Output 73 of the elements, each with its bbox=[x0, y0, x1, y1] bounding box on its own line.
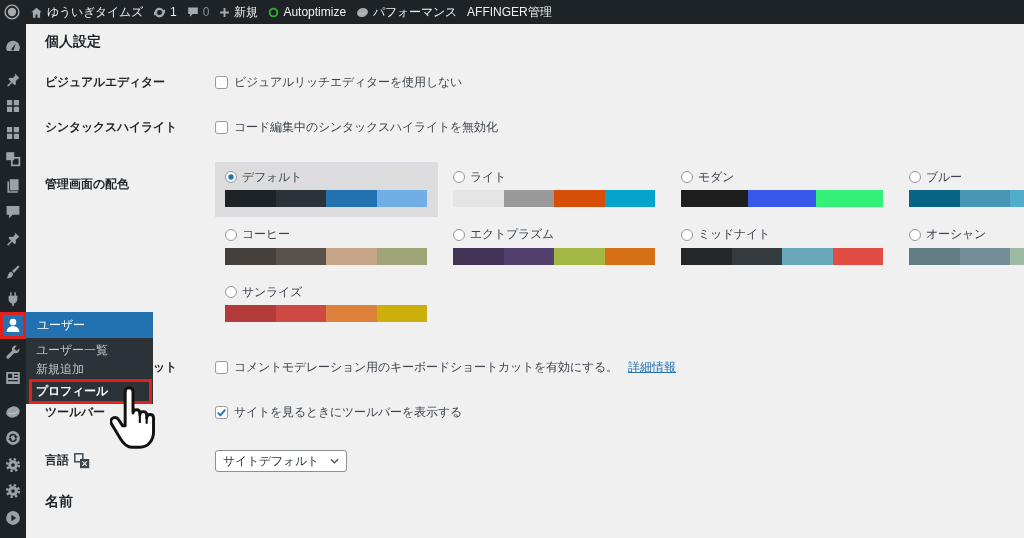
scheme-name: デフォルト bbox=[242, 169, 302, 185]
submenu-link[interactable]: ユーザー一覧 bbox=[29, 341, 152, 360]
status-ring-icon bbox=[268, 6, 280, 18]
language-select[interactable]: サイトデフォルト bbox=[215, 450, 347, 472]
comment-icon[interactable] bbox=[5, 204, 21, 221]
checkbox[interactable] bbox=[215, 406, 228, 419]
updates-link[interactable]: 1 bbox=[148, 0, 182, 24]
grid-icon[interactable] bbox=[5, 124, 21, 141]
performance-menu-link[interactable]: パフォーマンス bbox=[351, 0, 463, 24]
user-icon[interactable] bbox=[0, 312, 26, 339]
radio-button[interactable] bbox=[681, 228, 693, 241]
radio-button[interactable] bbox=[909, 171, 921, 183]
scheme-name: モダン bbox=[698, 169, 734, 185]
checkbox-label: ビジュアルリッチエディターを使用しない bbox=[234, 75, 462, 90]
radio-button[interactable] bbox=[909, 228, 921, 241]
radio-button[interactable] bbox=[225, 171, 237, 183]
status-menu-link[interactable]: Autoptimize bbox=[263, 0, 352, 24]
checkbox[interactable] bbox=[215, 121, 228, 134]
submenu-link[interactable]: 新規追加 bbox=[29, 360, 152, 379]
logo-icon bbox=[4, 4, 20, 20]
card-icon[interactable] bbox=[5, 370, 21, 387]
scheme-name: エクトプラズム bbox=[470, 227, 554, 242]
details-link[interactable]: 詳細情報 bbox=[628, 360, 676, 375]
setting-label: 管理画面の配色 bbox=[45, 178, 129, 192]
radio-button[interactable] bbox=[453, 228, 465, 241]
radio-button[interactable] bbox=[225, 286, 237, 298]
checkbox-label: コード編集中のシンタックスハイライトを無効化 bbox=[234, 120, 498, 135]
setting-label: 言語 bbox=[45, 454, 69, 468]
scheme-name: サンライズ bbox=[242, 284, 302, 300]
submenu-link[interactable]: プロフィール bbox=[29, 379, 152, 404]
setting-label: ビジュアルエディター bbox=[45, 75, 165, 90]
play-icon[interactable] bbox=[5, 509, 21, 526]
setting-label: シンタックスハイライト bbox=[45, 120, 177, 135]
pin-icon[interactable] bbox=[5, 71, 21, 88]
brush-icon[interactable] bbox=[5, 264, 21, 281]
setting-label: ツールバー bbox=[45, 405, 105, 420]
gear-icon[interactable] bbox=[5, 483, 21, 500]
checkbox[interactable] bbox=[215, 76, 228, 89]
comment-icon bbox=[186, 6, 199, 18]
scheme-name: ミッドナイト bbox=[698, 227, 770, 242]
home-icon bbox=[30, 5, 43, 19]
scheme-name: オーシャン bbox=[926, 227, 986, 242]
checkbox-label: サイトを見るときにツールバーを表示する bbox=[234, 405, 462, 420]
documents-icon[interactable] bbox=[5, 177, 21, 194]
disk-icon bbox=[356, 5, 370, 19]
chevron-down-icon bbox=[330, 458, 339, 464]
checkbox-label: コメントモデレーション用のキーボードショートカットを有効にする。 bbox=[234, 360, 618, 375]
users-menu-link[interactable]: ユーザー bbox=[26, 312, 153, 338]
wrench-icon[interactable] bbox=[5, 343, 21, 360]
setting-label: ット bbox=[153, 360, 177, 375]
gear-icon[interactable] bbox=[5, 456, 21, 473]
site-link[interactable]: ゆういぎタイムズ bbox=[25, 0, 148, 24]
plus-icon bbox=[219, 6, 231, 18]
page-title: 個人設定 bbox=[45, 33, 101, 51]
scheme-name: ライト bbox=[470, 169, 506, 185]
pin-icon[interactable] bbox=[5, 230, 21, 247]
admin-menu-link[interactable]: AFFINGER管理 bbox=[462, 0, 557, 24]
overlapping-squares-icon[interactable] bbox=[5, 151, 21, 168]
section-heading: 名前 bbox=[45, 493, 73, 511]
comments-link[interactable]: 0 bbox=[181, 0, 215, 24]
scheme-name: ブルー bbox=[926, 169, 962, 185]
radio-button[interactable] bbox=[453, 171, 465, 183]
hand-cursor-icon bbox=[110, 386, 155, 449]
radio-button[interactable] bbox=[681, 171, 693, 183]
disk-icon[interactable] bbox=[5, 403, 21, 420]
translate-icon bbox=[74, 453, 90, 469]
scheme-name: コーヒー bbox=[242, 227, 290, 242]
sync-icon bbox=[153, 5, 166, 19]
radio-button[interactable] bbox=[225, 228, 237, 241]
checkbox[interactable] bbox=[215, 361, 228, 374]
new-content-link[interactable]: 新規 bbox=[214, 0, 264, 24]
grid-icon[interactable] bbox=[5, 98, 21, 115]
sync-icon[interactable] bbox=[5, 430, 21, 447]
